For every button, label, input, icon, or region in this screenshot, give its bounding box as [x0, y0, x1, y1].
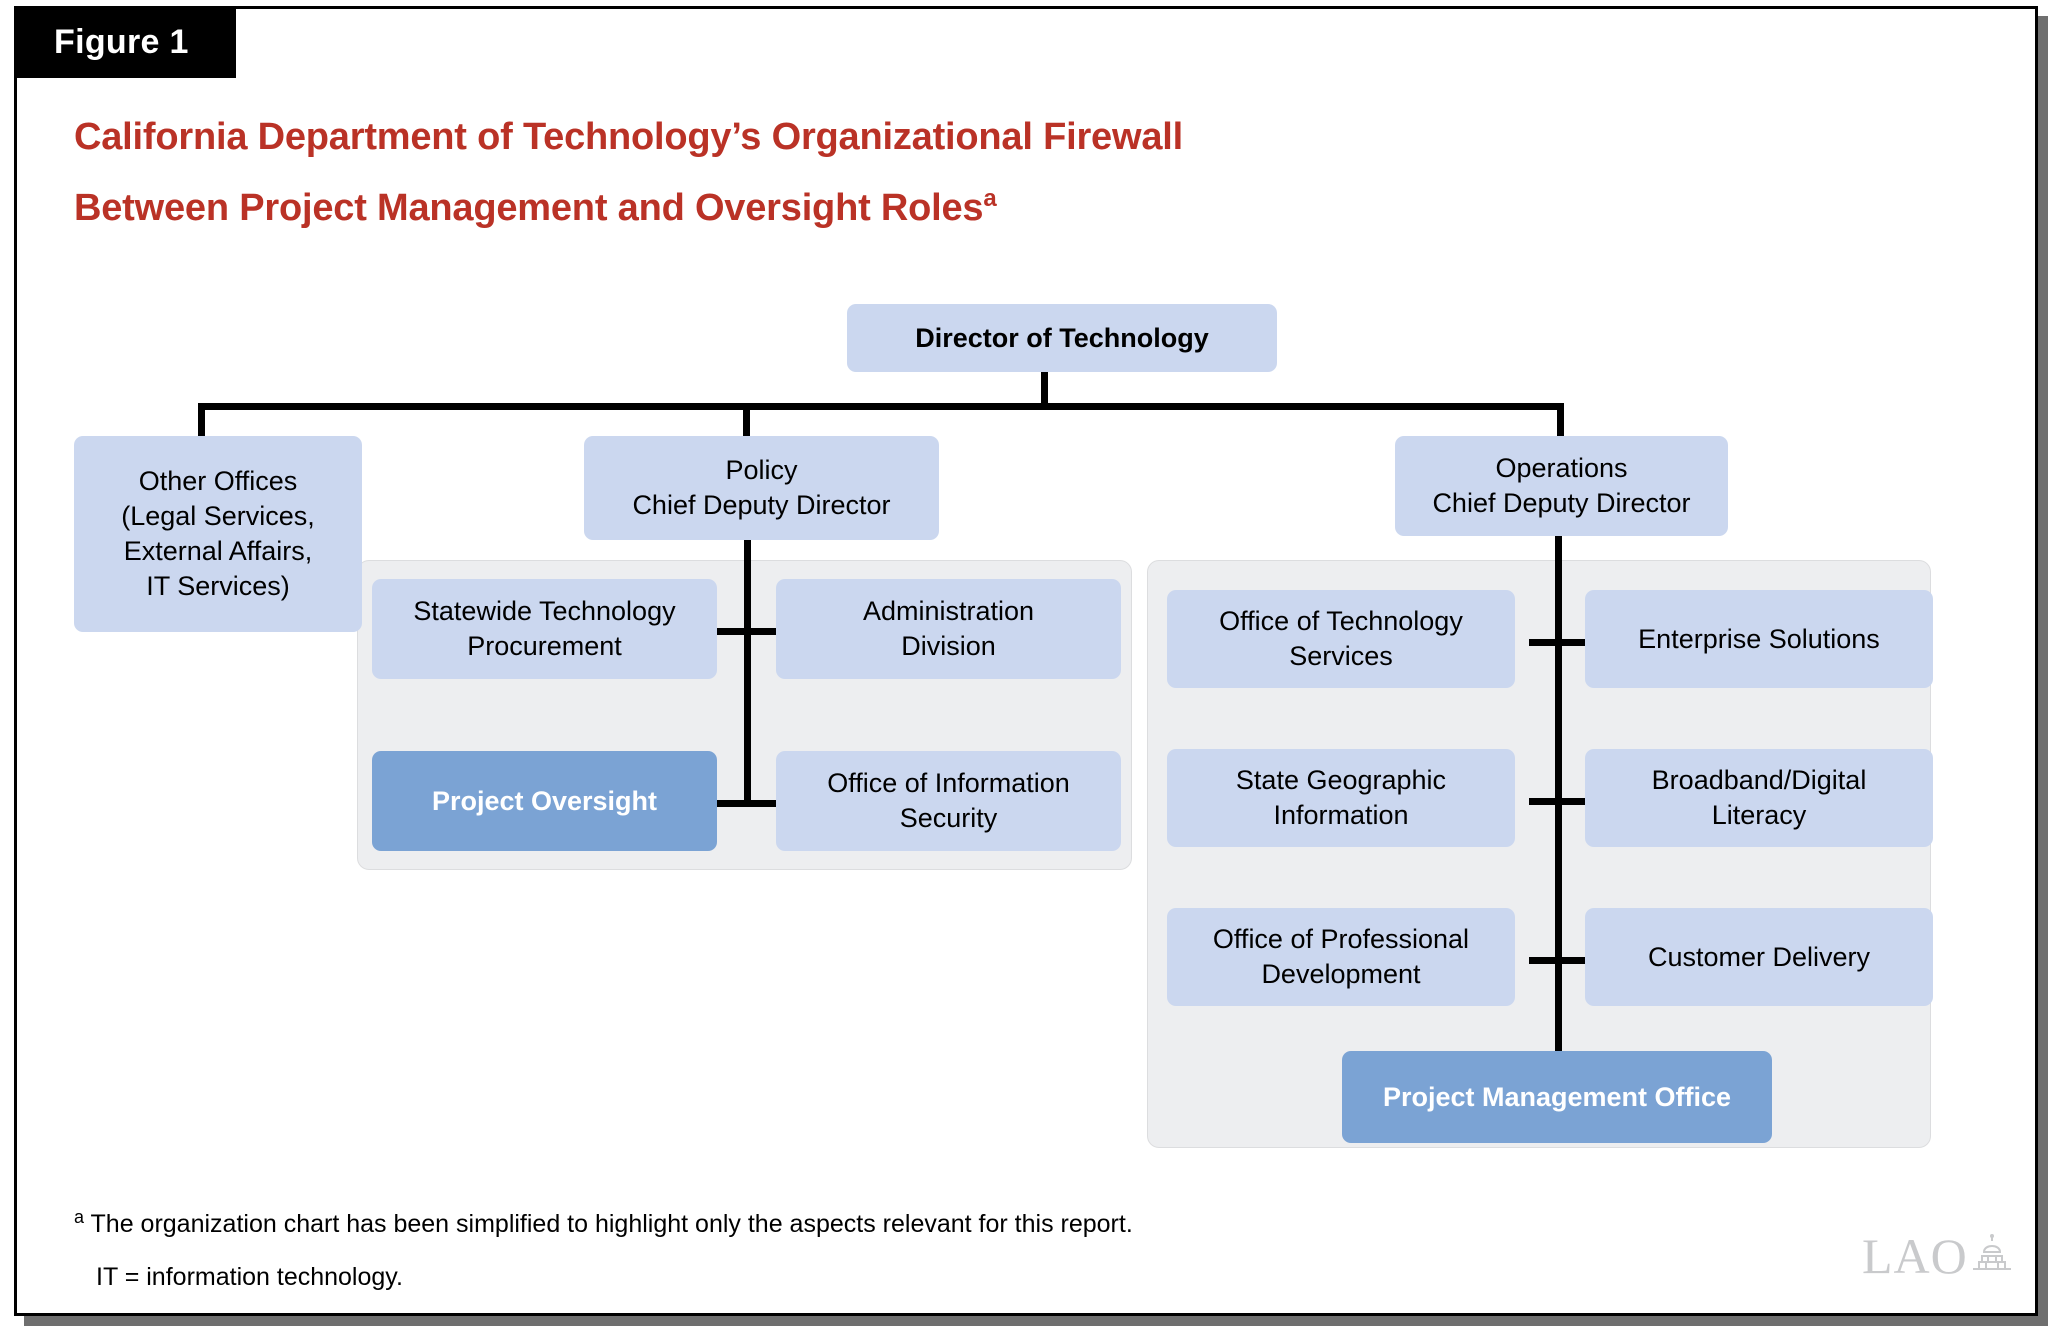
node-label: Office of Professional Development — [1212, 924, 1470, 989]
node-office-of-professional-development[interactable]: Office of Professional Development — [1167, 908, 1515, 1006]
connector-drop-other-offices — [198, 403, 205, 439]
capitol-dome-icon — [1969, 1232, 2015, 1279]
connector-ops-row3-right — [1555, 957, 1587, 964]
connector-drop-operations — [1557, 403, 1564, 439]
node-label: Director of Technology — [915, 322, 1209, 353]
connector-ops-row2-right — [1555, 798, 1587, 805]
connector-policy-row1-left — [717, 628, 747, 635]
connector-director-stem — [1041, 367, 1048, 407]
lao-logo: LAO — [1862, 1231, 2015, 1281]
footnote-a-marker: a — [74, 1207, 85, 1227]
node-label: Other Offices (Legal Services, External … — [121, 466, 315, 601]
footnote-a-text: The organization chart has been simplifi… — [90, 1210, 1133, 1238]
lao-logo-text: LAO — [1862, 1228, 1968, 1284]
figure-number-tab: Figure 1 — [14, 6, 236, 78]
connector-ops-row1-right — [1555, 639, 1587, 646]
node-label: Broadband/Digital Literacy — [1651, 765, 1867, 830]
node-label: Office of Information Security — [827, 768, 1070, 833]
node-label: Operations Chief Deputy Director — [1432, 453, 1691, 518]
node-label: Project Oversight — [431, 785, 658, 816]
connector-policy-row1-right — [744, 628, 776, 635]
node-enterprise-solutions[interactable]: Enterprise Solutions — [1585, 590, 1933, 688]
node-label: Customer Delivery — [1647, 941, 1871, 972]
footnote-abbreviation: IT = information technology. — [96, 1263, 403, 1291]
node-state-geographic-information[interactable]: State Geographic Information — [1167, 749, 1515, 847]
figure-title: California Department of Technology’s Or… — [74, 107, 1774, 239]
figure-frame: Director of Technology Other Offices (Le… — [14, 6, 2038, 1316]
footnotes: a The organization chart has been simpli… — [74, 1191, 1574, 1304]
node-label: Office of Technology Services — [1219, 606, 1463, 671]
title-line-2: Between Project Management and Oversight… — [74, 168, 1774, 239]
title-footnote-marker: a — [983, 185, 997, 212]
connector-top-bus — [198, 403, 1564, 410]
footnote-a: a The organization chart has been simpli… — [74, 1191, 1574, 1251]
title-line-2-text: Between Project Management and Oversight… — [74, 187, 984, 229]
node-other-offices[interactable]: Other Offices (Legal Services, External … — [74, 436, 362, 632]
node-office-of-information-security[interactable]: Office of Information Security — [776, 751, 1121, 851]
node-customer-delivery[interactable]: Customer Delivery — [1585, 908, 1933, 1006]
node-statewide-technology-procurement[interactable]: Statewide Technology Procurement — [372, 579, 717, 679]
connector-policy-row2-right — [744, 800, 776, 807]
node-project-management-office[interactable]: Project Management Office — [1342, 1051, 1772, 1143]
node-label: Administration Division — [862, 596, 1035, 661]
node-label: State Geographic Information — [1235, 765, 1447, 830]
node-administration-division[interactable]: Administration Division — [776, 579, 1121, 679]
connector-policy-row2-left — [717, 800, 747, 807]
node-broadband-digital-literacy[interactable]: Broadband/Digital Literacy — [1585, 749, 1933, 847]
node-label: Enterprise Solutions — [1638, 623, 1880, 654]
node-label: Statewide Technology Procurement — [413, 596, 676, 661]
node-project-oversight[interactable]: Project Oversight — [372, 751, 717, 851]
figure-number-label: Figure 1 — [54, 22, 189, 61]
node-label: Project Management Office — [1382, 1081, 1732, 1112]
node-office-of-technology-services[interactable]: Office of Technology Services — [1167, 590, 1515, 688]
node-policy-chief-deputy-director[interactable]: Policy Chief Deputy Director — [584, 436, 939, 540]
title-line-1: California Department of Technology’s Or… — [74, 116, 1183, 158]
node-director-of-technology[interactable]: Director of Technology — [847, 304, 1277, 372]
connector-drop-policy — [743, 403, 750, 439]
node-label: Policy Chief Deputy Director — [632, 455, 891, 520]
connector-policy-spine — [744, 538, 751, 807]
node-operations-chief-deputy-director[interactable]: Operations Chief Deputy Director — [1395, 436, 1728, 536]
